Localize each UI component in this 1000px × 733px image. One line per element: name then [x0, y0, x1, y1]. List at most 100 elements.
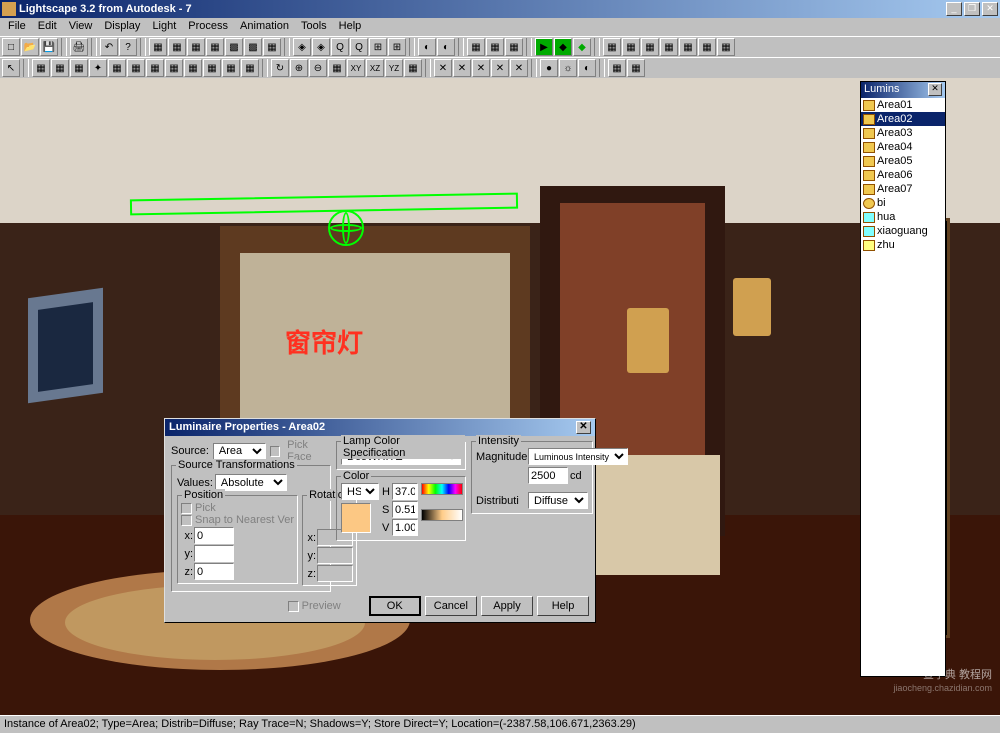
tb-btn-icon[interactable]: ▶ [535, 38, 553, 56]
dialog-titlebar[interactable]: Luminaire Properties - Area02 ✕ [165, 419, 595, 436]
tb-btn-icon[interactable]: ☼ [559, 59, 577, 77]
tb-btn-icon[interactable]: ⊞ [369, 38, 387, 56]
luminaire-gizmo[interactable] [328, 210, 364, 246]
lumins-item[interactable]: Area07 [861, 182, 945, 196]
tb-btn-icon[interactable]: ▦ [222, 59, 240, 77]
tb-btn-icon[interactable]: ▦ [608, 59, 626, 77]
tb-btn-icon[interactable]: ▦ [505, 38, 523, 56]
tb-btn-icon[interactable]: ▦ [467, 38, 485, 56]
menu-file[interactable]: File [2, 19, 32, 35]
tb-btn-icon[interactable]: ▦ [108, 59, 126, 77]
tb-btn-icon[interactable]: ▦ [165, 59, 183, 77]
tb-btn-icon[interactable]: ▦ [698, 38, 716, 56]
tb-btn-icon[interactable]: ◆ [573, 38, 591, 56]
tb-btn-icon[interactable]: ▦ [263, 38, 281, 56]
tb-btn-icon[interactable]: ▦ [486, 38, 504, 56]
menu-display[interactable]: Display [98, 19, 146, 35]
tb-btn-icon[interactable]: ▩ [225, 38, 243, 56]
tb-yz-icon[interactable]: YZ [385, 59, 403, 77]
source-select[interactable]: Area [213, 443, 266, 460]
h-input[interactable] [392, 483, 418, 500]
menu-light[interactable]: Light [146, 19, 182, 35]
tb-btn-icon[interactable]: ◐ [578, 59, 596, 77]
tb-btn-icon[interactable]: ◈ [293, 38, 311, 56]
tb-btn-icon[interactable]: ▦ [660, 38, 678, 56]
lumins-item[interactable]: zhu [861, 238, 945, 252]
color-mode-select[interactable]: HSV [341, 483, 379, 500]
tb-btn-icon[interactable]: ▦ [70, 59, 88, 77]
tb-btn-icon[interactable]: ✕ [491, 59, 509, 77]
tb-btn-icon[interactable]: ✕ [453, 59, 471, 77]
tb-btn-icon[interactable]: ▦ [627, 59, 645, 77]
tb-btn-icon[interactable]: ✕ [510, 59, 528, 77]
distribution-select[interactable]: Diffuse [528, 492, 588, 509]
lumins-item[interactable]: Area05 [861, 154, 945, 168]
maximize-button[interactable]: ❐ [964, 2, 980, 16]
apply-button[interactable]: Apply [481, 596, 533, 616]
tb-btn-icon[interactable]: ▦ [32, 59, 50, 77]
tb-xy-icon[interactable]: XY [347, 59, 365, 77]
menu-animation[interactable]: Animation [234, 19, 295, 35]
lumins-item[interactable]: hua [861, 210, 945, 224]
tb-btn-icon[interactable]: ⊖ [309, 59, 327, 77]
tb-btn-icon[interactable]: ✕ [472, 59, 490, 77]
help-button[interactable]: Help [537, 596, 589, 616]
lumins-item[interactable]: Area03 [861, 126, 945, 140]
tb-btn-icon[interactable]: ▦ [641, 38, 659, 56]
pos-x-input[interactable] [194, 527, 234, 544]
values-select[interactable]: Absolute [215, 474, 287, 491]
tb-open-icon[interactable]: 📂 [21, 38, 39, 56]
tb-btn-icon[interactable]: ▦ [622, 38, 640, 56]
tb-btn-icon[interactable]: ▦ [127, 59, 145, 77]
dialog-close-icon[interactable]: ✕ [576, 421, 591, 434]
magnitude-input[interactable] [528, 467, 568, 484]
lumins-item[interactable]: Area02 [861, 112, 945, 126]
pos-z-input[interactable] [194, 563, 234, 580]
tb-btn-icon[interactable]: ✦ [89, 59, 107, 77]
tb-btn-icon[interactable]: ◐ [437, 38, 455, 56]
viewport[interactable]: 窗帘灯 Lumins ✕ Area01Area02Area03Area04Are… [0, 78, 1000, 715]
tb-btn-icon[interactable]: ▦ [168, 38, 186, 56]
tb-btn-icon[interactable]: ◈ [312, 38, 330, 56]
tb-new-icon[interactable]: □ [2, 38, 20, 56]
tb-btn-icon[interactable]: ▦ [603, 38, 621, 56]
tb-btn-icon[interactable]: ● [540, 59, 558, 77]
tb-help-icon[interactable]: ? [119, 38, 137, 56]
tb-xz-icon[interactable]: XZ [366, 59, 384, 77]
tb-btn-icon[interactable]: ▦ [203, 59, 221, 77]
tb-undo-icon[interactable]: ↶ [100, 38, 118, 56]
tb-btn-icon[interactable]: ▦ [404, 59, 422, 77]
tb-btn-icon[interactable]: ▦ [149, 38, 167, 56]
tb-btn-icon[interactable]: Q [331, 38, 349, 56]
tb-btn-icon[interactable]: ▦ [51, 59, 69, 77]
tb-btn-icon[interactable]: Q [350, 38, 368, 56]
tb-btn-icon[interactable]: ▦ [328, 59, 346, 77]
magnitude-type-select[interactable]: Luminous Intensity [528, 448, 628, 465]
tb-btn-icon[interactable]: ▦ [717, 38, 735, 56]
tb-btn-icon[interactable]: ◐ [418, 38, 436, 56]
lum-ramp[interactable] [421, 509, 463, 521]
tb-save-icon[interactable]: 💾 [40, 38, 58, 56]
lumins-item[interactable]: Area01 [861, 98, 945, 112]
menu-view[interactable]: View [63, 19, 99, 35]
tb-btn-icon[interactable]: ✕ [434, 59, 452, 77]
lumins-list[interactable]: Area01Area02Area03Area04Area05Area06Area… [861, 98, 945, 252]
s-input[interactable] [392, 501, 418, 518]
lumins-item[interactable]: bi [861, 196, 945, 210]
tb-btn-icon[interactable]: ◆ [554, 38, 572, 56]
menu-help[interactable]: Help [333, 19, 368, 35]
v-input[interactable] [392, 519, 418, 536]
tb-btn-icon[interactable]: ▦ [184, 59, 202, 77]
lumins-close-icon[interactable]: ✕ [928, 83, 942, 96]
hue-spectrum[interactable] [421, 483, 463, 495]
lumins-item[interactable]: Area04 [861, 140, 945, 154]
tb-pointer-icon[interactable]: ↖ [2, 59, 20, 77]
tb-btn-icon[interactable]: ▦ [206, 38, 224, 56]
tb-btn-icon[interactable]: ⊕ [290, 59, 308, 77]
lumins-item[interactable]: Area06 [861, 168, 945, 182]
tb-btn-icon[interactable]: ▩ [244, 38, 262, 56]
ok-button[interactable]: OK [369, 596, 421, 616]
tb-btn-icon[interactable]: ⊞ [388, 38, 406, 56]
minimize-button[interactable]: _ [946, 2, 962, 16]
menu-edit[interactable]: Edit [32, 19, 63, 35]
